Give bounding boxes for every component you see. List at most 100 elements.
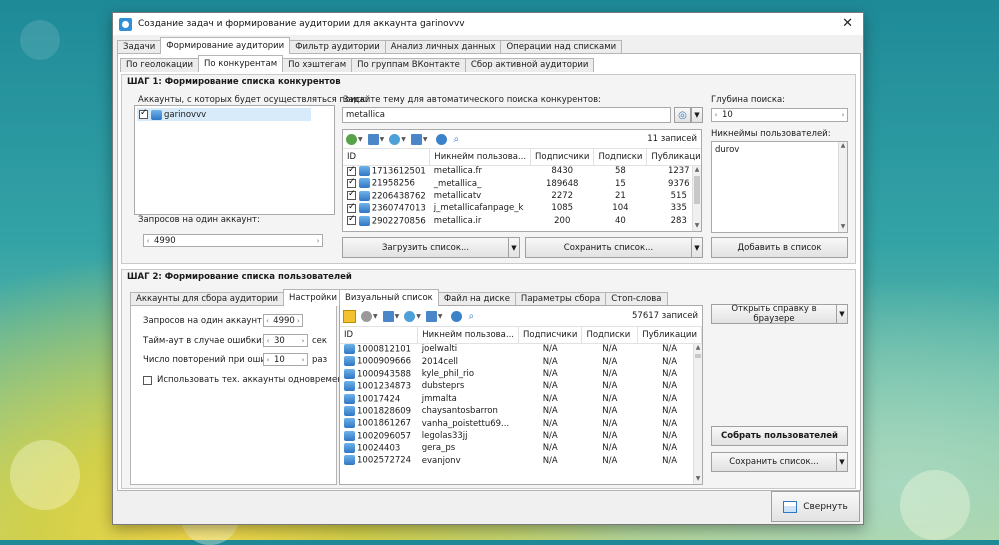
- chevron-down-icon[interactable]: ▼: [836, 305, 847, 323]
- depth-stepper[interactable]: ‹ 10 ›: [711, 108, 848, 122]
- load-list-button[interactable]: Загрузить список... ▼: [342, 237, 520, 258]
- table-row[interactable]: 2902270856 metallica.ir 200 40 283: [343, 215, 701, 227]
- refresh-icon[interactable]: [404, 310, 416, 322]
- scroll-thumb[interactable]: [695, 354, 701, 358]
- requests-stepper[interactable]: ‹ 4990 ›: [143, 234, 323, 247]
- chevron-down-icon[interactable]: ▼: [438, 313, 443, 320]
- chevron-down-icon[interactable]: ▼: [423, 136, 428, 143]
- column-header[interactable]: Подписчики: [530, 149, 595, 166]
- tab-filter[interactable]: Фильтр аудитории: [289, 40, 386, 54]
- retries-stepper[interactable]: ‹ 10 ›: [263, 353, 308, 366]
- chevron-down-icon[interactable]: ▼: [401, 136, 406, 143]
- table-row[interactable]: 1002096057 legolas33jj N/A N/A N/A: [340, 430, 702, 442]
- scroll-thumb[interactable]: [694, 176, 700, 204]
- row-checkbox[interactable]: [347, 202, 356, 213]
- column-header[interactable]: Публикации: [646, 149, 701, 166]
- vertical-scrollbar[interactable]: ▲ ▼: [838, 142, 847, 232]
- info-icon[interactable]: [435, 133, 447, 145]
- tab-list-ops[interactable]: Операции над списками: [500, 40, 623, 54]
- collect-users-button[interactable]: Собрать пользователей: [711, 426, 848, 446]
- chevron-down-icon[interactable]: ▼: [416, 313, 421, 320]
- chevron-down-icon[interactable]: ▼: [836, 453, 847, 471]
- open-help-button[interactable]: Открыть справку в браузере ▼: [711, 304, 848, 324]
- decrement-icon[interactable]: ‹: [264, 337, 272, 345]
- info-icon[interactable]: [450, 310, 462, 322]
- tab-collection-params[interactable]: Параметры сбора: [514, 292, 607, 306]
- column-header[interactable]: Никнейм пользова...: [417, 327, 519, 344]
- tab-collection-accounts[interactable]: Аккаунты для сбора аудитории: [130, 292, 285, 306]
- column-header[interactable]: Публикации: [637, 327, 702, 344]
- delete-icon[interactable]: [367, 133, 379, 145]
- tab-active-audience[interactable]: Сбор активной аудитории: [464, 58, 595, 72]
- table-row[interactable]: 1001828609 chaysantosbarron N/A N/A N/A: [340, 405, 702, 417]
- nicknames-textarea[interactable]: durov ▲ ▼: [711, 141, 848, 233]
- column-header[interactable]: ID: [340, 327, 419, 344]
- check-all-icon[interactable]: [361, 310, 372, 322]
- row-checkbox[interactable]: [347, 165, 356, 176]
- timeout-stepper[interactable]: ‹ 30 ›: [263, 334, 308, 347]
- save-list-button[interactable]: Сохранить список... ▼: [525, 237, 703, 258]
- column-header[interactable]: ID: [343, 149, 431, 166]
- chevron-down-icon[interactable]: ▼: [691, 238, 702, 257]
- copy-icon[interactable]: [425, 310, 437, 322]
- tab-competitors[interactable]: По конкурентам: [198, 55, 284, 72]
- add-to-list-button[interactable]: Добавить в список: [711, 237, 848, 258]
- table-row[interactable]: 1001861267 vanha_poistettu69... N/A N/A …: [340, 417, 702, 429]
- topic-search-button[interactable]: ◎: [674, 107, 691, 123]
- table-row[interactable]: 1002572724 evanjonv N/A N/A N/A: [340, 455, 702, 467]
- table-row[interactable]: 2360747013 j_metallicafanpage_k 1085 104…: [343, 202, 701, 214]
- row-checkbox[interactable]: [347, 190, 356, 201]
- tab-settings[interactable]: Настройки: [283, 289, 344, 306]
- chevron-down-icon[interactable]: ▼: [373, 313, 378, 320]
- scroll-down-icon[interactable]: ▼: [839, 223, 847, 232]
- table-row[interactable]: 1000812101 joelwalti N/A N/A N/A: [340, 343, 702, 355]
- table-row[interactable]: 1001234873 dubsteprs N/A N/A N/A: [340, 380, 702, 392]
- scroll-down-icon[interactable]: ▼: [693, 222, 701, 231]
- chevron-down-icon[interactable]: ▼: [358, 136, 363, 143]
- vertical-scrollbar[interactable]: ▲ ▼: [692, 166, 701, 231]
- table-row[interactable]: 1000909666 2014cell N/A N/A N/A: [340, 355, 702, 367]
- tree-view-icon[interactable]: [343, 309, 356, 323]
- vertical-scrollbar[interactable]: ▲ ▼: [693, 344, 702, 484]
- decrement-icon[interactable]: ‹: [264, 317, 271, 325]
- tab-audience[interactable]: Формирование аудитории: [160, 37, 291, 54]
- account-checkbox[interactable]: [139, 108, 148, 119]
- tab-visual-list[interactable]: Визуальный список: [339, 289, 439, 306]
- check-all-icon[interactable]: [346, 133, 357, 145]
- chevron-down-icon[interactable]: ▼: [395, 313, 400, 320]
- delete-icon[interactable]: [382, 310, 394, 322]
- column-header[interactable]: Подписки: [581, 327, 639, 344]
- chevron-down-icon[interactable]: ▼: [508, 238, 519, 257]
- tab-geolocation[interactable]: По геолокации: [120, 58, 199, 72]
- chevron-down-icon[interactable]: ▼: [380, 136, 385, 143]
- scroll-up-icon[interactable]: ▲: [694, 344, 702, 353]
- tab-file-on-disk[interactable]: Файл на диске: [437, 292, 516, 306]
- search-icon[interactable]: ⌕: [454, 134, 460, 145]
- row-checkbox[interactable]: [347, 177, 356, 188]
- table-row[interactable]: 10024403 gera_ps N/A N/A N/A: [340, 442, 702, 454]
- requests-per-account-stepper[interactable]: ‹ 4990 ›: [263, 314, 303, 327]
- use-tech-accounts-checkbox[interactable]: [143, 375, 152, 385]
- tab-personal-data[interactable]: Анализ личных данных: [384, 40, 502, 54]
- column-header[interactable]: Никнейм пользова...: [429, 149, 532, 166]
- tab-stop-words[interactable]: Стоп-слова: [605, 292, 668, 306]
- column-header[interactable]: Подписки: [593, 149, 648, 166]
- scroll-up-icon[interactable]: ▲: [693, 166, 701, 175]
- increment-icon[interactable]: ›: [299, 337, 307, 345]
- decrement-icon[interactable]: ‹: [264, 356, 272, 364]
- scroll-down-icon[interactable]: ▼: [694, 475, 702, 484]
- close-icon[interactable]: ✕: [842, 16, 853, 31]
- account-item[interactable]: garinovvv: [137, 108, 311, 121]
- tab-hashtags[interactable]: По хэштегам: [282, 58, 353, 72]
- minimize-button[interactable]: Свернуть: [771, 491, 860, 522]
- refresh-icon[interactable]: [389, 133, 401, 145]
- tab-tasks[interactable]: Задачи: [117, 40, 162, 54]
- column-header[interactable]: Подписчики: [518, 327, 583, 344]
- topic-dropdown-button[interactable]: ▼: [691, 107, 703, 123]
- copy-icon[interactable]: [410, 133, 422, 145]
- increment-icon[interactable]: ›: [295, 317, 302, 325]
- table-row[interactable]: 1000943588 kyle_phil_rio N/A N/A N/A: [340, 368, 702, 380]
- increment-icon[interactable]: ›: [299, 356, 307, 364]
- save-users-list-button[interactable]: Сохранить список... ▼: [711, 452, 848, 472]
- table-row[interactable]: 1713612501 metallica.fr 8430 58 1237: [343, 165, 701, 177]
